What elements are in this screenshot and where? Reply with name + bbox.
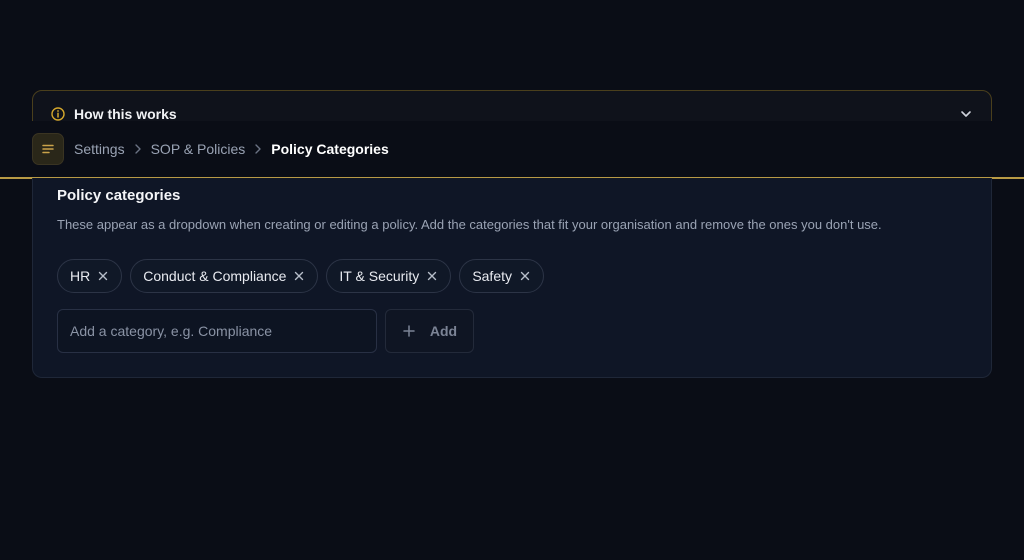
how-this-works-title: How this works bbox=[74, 106, 177, 122]
category-chip: Conduct & Compliance bbox=[130, 259, 319, 293]
close-icon[interactable] bbox=[426, 270, 438, 282]
card-title: Policy categories bbox=[57, 187, 181, 204]
breadcrumb-settings[interactable]: Settings bbox=[74, 141, 125, 157]
category-chip-label: IT & Security bbox=[339, 268, 420, 284]
category-chip-label: HR bbox=[70, 268, 91, 284]
add-button-label: Add bbox=[429, 323, 458, 339]
menu-icon bbox=[41, 142, 55, 156]
close-icon[interactable] bbox=[97, 270, 109, 282]
page: How this works Settings SOP & Policies P… bbox=[0, 0, 1024, 560]
info-icon bbox=[50, 106, 66, 122]
plus-icon bbox=[402, 324, 416, 338]
chevron-right-icon bbox=[130, 141, 146, 157]
card-description: These appear as a dropdown when creating… bbox=[57, 217, 882, 232]
category-chip: HR bbox=[57, 259, 123, 293]
category-chip-label: Safety bbox=[472, 268, 513, 284]
breadcrumb-current: Policy Categories bbox=[271, 141, 389, 157]
category-chip-label: Conduct & Compliance bbox=[143, 268, 287, 284]
category-chip: Safety bbox=[459, 259, 545, 293]
menu-button[interactable] bbox=[32, 133, 64, 165]
policy-categories-card: Policy categories These appear as a drop… bbox=[32, 178, 992, 378]
close-icon[interactable] bbox=[293, 270, 305, 282]
chevron-down-icon[interactable] bbox=[958, 106, 974, 122]
category-chip: IT & Security bbox=[326, 259, 452, 293]
breadcrumb: Settings SOP & Policies Policy Categorie… bbox=[74, 141, 389, 157]
chevron-right-icon bbox=[250, 141, 266, 157]
category-chip-list: HR Conduct & Compliance IT & Security Sa… bbox=[57, 259, 545, 293]
breadcrumb-sop-policies[interactable]: SOP & Policies bbox=[151, 141, 246, 157]
category-input[interactable] bbox=[57, 309, 377, 353]
close-icon[interactable] bbox=[519, 270, 531, 282]
add-category-row: Add bbox=[57, 309, 474, 353]
add-category-button[interactable]: Add bbox=[385, 309, 474, 353]
top-bar: Settings SOP & Policies Policy Categorie… bbox=[0, 121, 1024, 179]
